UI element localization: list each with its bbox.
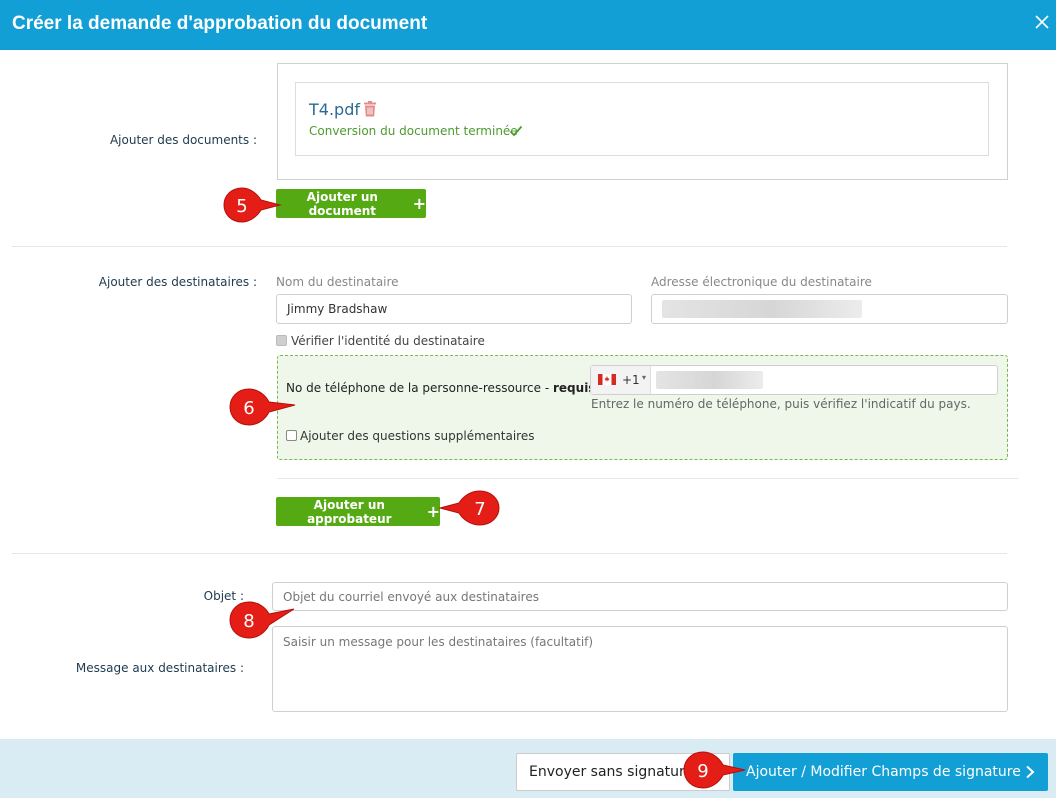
trash-icon[interactable] [363, 101, 377, 117]
section-divider [277, 478, 1018, 479]
country-code: +1 [622, 373, 640, 387]
recipient-name-input[interactable]: Jimmy Bradshaw [276, 294, 632, 324]
caret-down-icon: ▾ [642, 373, 647, 382]
callout-6: 6 [229, 388, 296, 426]
canada-flag-icon [598, 374, 616, 385]
message-body-textarea[interactable]: Saisir un message pour les destinataires… [272, 626, 1008, 712]
phone-label: No de téléphone de la personne-ressource… [286, 381, 595, 395]
send-without-signature-label: Envoyer sans signature [529, 764, 694, 780]
add-document-button[interactable]: Ajouter un document + [276, 189, 426, 218]
extra-questions-checkbox[interactable] [286, 430, 297, 441]
section-divider [12, 553, 1007, 554]
callout-7-text: 7 [474, 499, 485, 520]
callout-7: 7 [438, 490, 500, 526]
add-document-label: Ajouter un document [306, 189, 378, 218]
callout-5-text: 5 [236, 196, 247, 217]
verify-identity-label: Vérifier l'identité du destinataire [291, 334, 485, 348]
recipient-email-label: Adresse électronique du destinataire [651, 275, 872, 289]
callout-9: 9 [683, 751, 746, 789]
add-signature-fields-label: Ajouter / Modifier Champs de signature [746, 764, 1021, 780]
callout-6-text: 6 [243, 398, 254, 419]
extra-questions-label: Ajouter des questions supplémentaires [300, 429, 535, 443]
recipient-name-label: Nom du destinataire [276, 275, 399, 289]
phone-hint: Entrez le numéro de téléphone, puis véri… [591, 397, 971, 411]
plus-icon: + [412, 193, 426, 213]
add-approver-button[interactable]: Ajouter un approbateur + [276, 497, 440, 526]
redacted-phone [656, 371, 763, 389]
add-approver-label: Ajouter un approbateur [307, 497, 392, 526]
dialog-title: Créer la demande d'approbation du docume… [12, 13, 428, 34]
dialog-header: Créer la demande d'approbation du docume… [0, 0, 1056, 50]
recipient-email-input[interactable] [651, 294, 1008, 324]
close-icon[interactable] [1030, 10, 1054, 34]
callout-8-text: 8 [243, 611, 254, 632]
recipients-label: Ajouter des destinataires : [98, 275, 257, 289]
callout-5: 5 [223, 187, 282, 223]
subject-placeholder: Objet du courriel envoyé aux destinatair… [283, 590, 539, 604]
phone-label-text: No de téléphone de la personne-ressource… [286, 381, 553, 395]
message-body-placeholder: Saisir un message pour les destinataires… [283, 635, 594, 649]
add-signature-fields-button[interactable]: Ajouter / Modifier Champs de signature [733, 753, 1048, 791]
recipient-name-value: Jimmy Bradshaw [287, 302, 388, 316]
callout-8: 8 [229, 601, 295, 639]
verify-identity-checkbox[interactable] [276, 335, 287, 346]
document-card [295, 82, 989, 156]
message-body-label: Message aux destinataires : [75, 661, 244, 675]
callout-9-text: 9 [697, 761, 708, 782]
section-divider [12, 246, 1007, 247]
documents-label: Ajouter des documents : [109, 133, 257, 147]
phone-input[interactable]: +1 ▾ [590, 365, 998, 395]
chevron-right-icon [1026, 765, 1035, 779]
document-file-name[interactable]: T4.pdf [309, 100, 360, 119]
check-icon [509, 125, 523, 137]
document-status: Conversion du document terminée [309, 124, 518, 138]
subject-input[interactable]: Objet du courriel envoyé aux destinatair… [272, 582, 1008, 611]
redacted-email [662, 300, 862, 318]
